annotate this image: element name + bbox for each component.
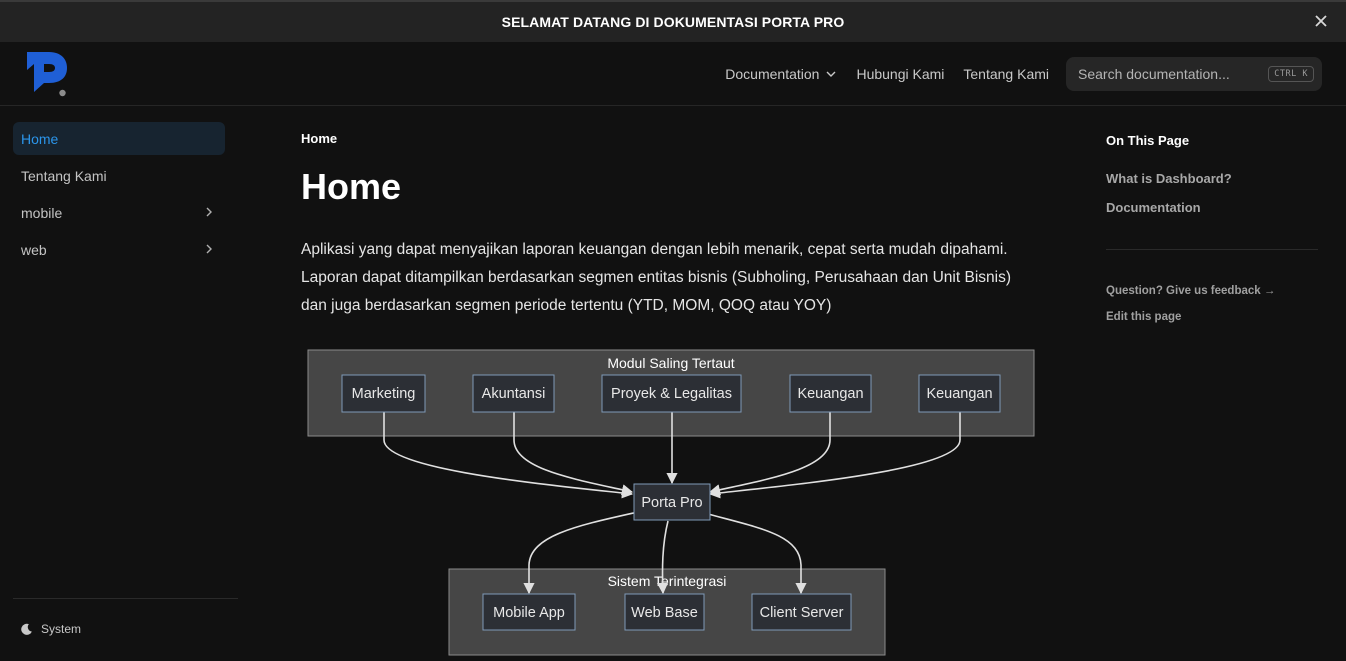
- sidebar-item-home[interactable]: Home: [13, 122, 225, 155]
- close-icon[interactable]: [1312, 12, 1330, 30]
- search-shortcut-badge: CTRL K: [1268, 66, 1314, 82]
- nav-documentation[interactable]: Documentation: [725, 66, 837, 82]
- search-input[interactable]: Search documentation... CTRL K: [1066, 57, 1322, 91]
- sidebar-divider: [13, 598, 238, 599]
- search-placeholder: Search documentation...: [1078, 66, 1230, 82]
- nav-documentation-label: Documentation: [725, 66, 820, 82]
- node-label: Mobile App: [493, 605, 565, 621]
- node-label: Porta Pro: [641, 495, 702, 511]
- banner-text: SELAMAT DATANG DI DOKUMENTASI PORTA PRO: [501, 14, 845, 30]
- theme-toggle-label: System: [41, 622, 82, 636]
- nav-hubungi-kami[interactable]: Hubungi Kami: [856, 66, 944, 82]
- architecture-diagram: Modul Saling Tertaut Sistem Terintegrasi…: [307, 349, 1035, 656]
- node-label: Web Base: [631, 605, 698, 621]
- sidebar: Home Tentang Kami mobile web System: [0, 106, 238, 661]
- chevron-right-icon: [206, 244, 212, 254]
- sidebar-item-label: web: [21, 241, 47, 258]
- nav-tentang-kami[interactable]: Tentang Kami: [963, 66, 1049, 82]
- chevron-right-icon: [206, 207, 212, 217]
- announcement-banner: SELAMAT DATANG DI DOKUMENTASI PORTA PRO: [0, 0, 1346, 42]
- breadcrumb: Home: [301, 131, 338, 146]
- edit-page-link[interactable]: Edit this page: [1106, 311, 1181, 323]
- top-group-label: Modul Saling Tertaut: [607, 355, 734, 371]
- moon-icon: [21, 623, 32, 635]
- node-label: Keuangan: [926, 386, 992, 402]
- nav-links: Documentation Hubungi Kami Tentang Kami: [725, 42, 1049, 106]
- sidebar-item-mobile[interactable]: mobile: [13, 196, 225, 229]
- sidebar-item-label: mobile: [21, 204, 63, 221]
- sidebar-item-label: Home: [21, 130, 59, 147]
- node-label: Proyek & Legalitas: [611, 386, 732, 402]
- toc-divider: [1106, 249, 1318, 250]
- toc-link-documentation[interactable]: Documentation: [1106, 200, 1201, 215]
- intro-line: Laporan dapat ditampilkan berdasarkan se…: [301, 269, 1011, 286]
- intro-line: dan juga berdasarkan segmen periode tert…: [301, 297, 832, 314]
- intro-line: Aplikasi yang dapat menyajikan laporan k…: [301, 241, 1008, 258]
- node-label: Client Server: [760, 605, 844, 621]
- top-navbar: Documentation Hubungi Kami Tentang Kami …: [0, 42, 1346, 106]
- toc-title: On This Page: [1106, 133, 1190, 148]
- intro-paragraph: Aplikasi yang dapat menyajikan laporan k…: [301, 236, 1041, 320]
- feedback-link[interactable]: Question? Give us feedback →: [1106, 285, 1275, 297]
- node-label: Akuntansi: [482, 386, 546, 402]
- sidebar-item-web[interactable]: web: [13, 233, 225, 266]
- toc-link-what-is-dashboard[interactable]: What is Dashboard?: [1106, 171, 1232, 186]
- node-label: Keuangan: [797, 386, 863, 402]
- node-label: Marketing: [352, 386, 416, 402]
- page-title: Home: [301, 166, 402, 207]
- sidebar-item-label: Tentang Kami: [21, 167, 107, 184]
- bottom-group-label: Sistem Terintegrasi: [608, 573, 727, 589]
- chevron-down-icon: [826, 71, 836, 77]
- theme-toggle[interactable]: System: [20, 622, 81, 636]
- sidebar-item-tentang-kami[interactable]: Tentang Kami: [13, 159, 225, 192]
- porta-pro-logo[interactable]: [26, 50, 70, 98]
